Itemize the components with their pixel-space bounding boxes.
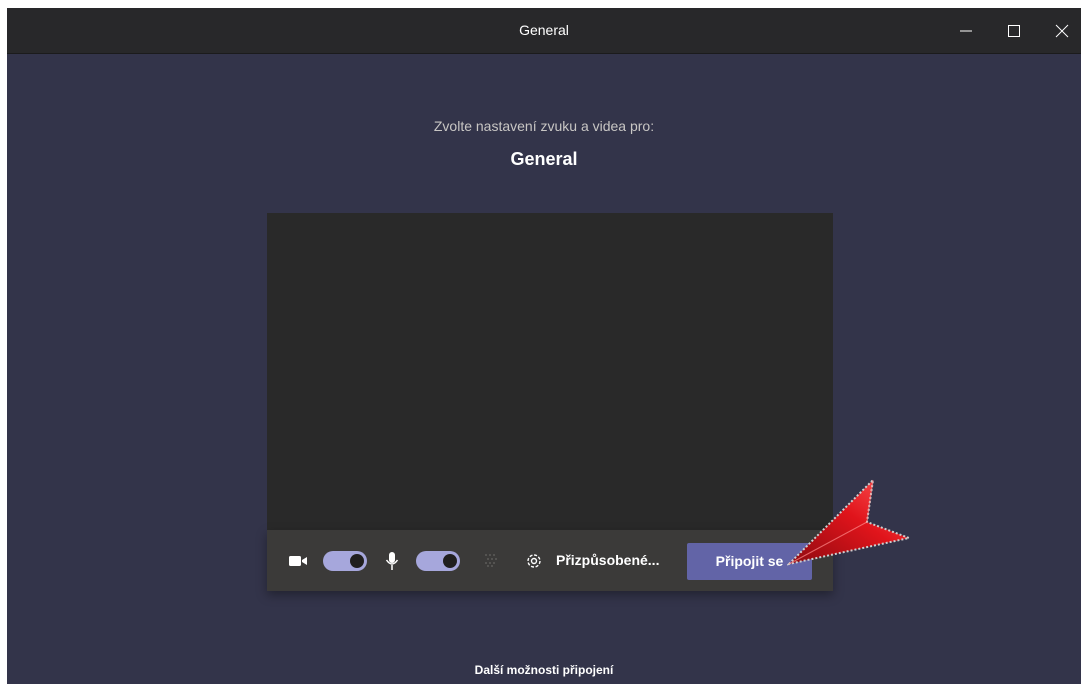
window-title: General	[519, 22, 569, 38]
device-settings-label[interactable]: Přizpůsobené...	[556, 530, 659, 591]
minimize-icon	[960, 30, 972, 31]
title-bar: General	[7, 8, 1081, 54]
toggle-knob	[443, 554, 457, 568]
close-button[interactable]	[1039, 8, 1081, 53]
video-preview	[267, 213, 833, 530]
microphone-toggle[interactable]	[416, 551, 460, 571]
teams-window: General Zvolte nastavení zvuku a videa p…	[7, 8, 1081, 684]
maximize-button[interactable]	[991, 8, 1037, 53]
prejoin-control-bar: Přizpůsobené... Připojit se	[267, 530, 833, 591]
close-icon	[1055, 24, 1069, 37]
camera-icon	[287, 551, 309, 571]
maximize-icon	[1008, 24, 1020, 37]
minimize-button[interactable]	[943, 8, 989, 53]
annotation-arrow-icon	[787, 477, 913, 566]
toggle-knob	[350, 554, 364, 568]
camera-toggle[interactable]	[323, 551, 367, 571]
more-join-options-link[interactable]: Další možnosti připojení	[7, 663, 1081, 677]
setup-prompt: Zvolte nastavení zvuku a videa pro:	[433, 118, 655, 134]
gear-icon[interactable]	[523, 550, 545, 572]
meeting-name: General	[510, 149, 578, 169]
microphone-icon	[383, 550, 401, 572]
background-blur-icon[interactable]	[481, 550, 501, 570]
